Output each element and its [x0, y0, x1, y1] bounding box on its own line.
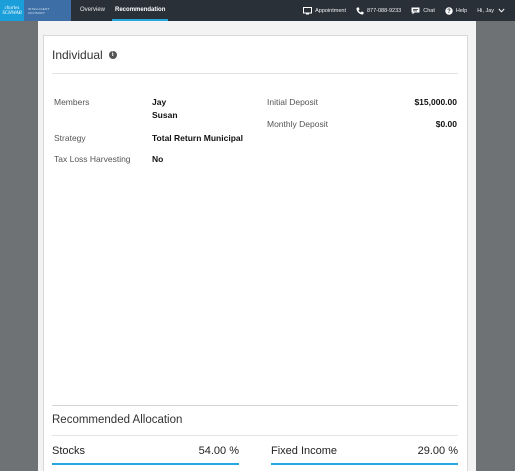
account-summary-card: Individual i Members Jay Susan Strategy … — [43, 35, 468, 471]
members-label: Members — [54, 97, 90, 107]
logo-line-2: SCHWAB — [2, 10, 22, 16]
help-link[interactable]: ? Help — [445, 6, 468, 15]
top-navigation-bar: charles SCHWAB INTELLIGENT ADVISORY Over… — [0, 0, 515, 21]
allocation-bar-fixed-income — [271, 463, 458, 465]
monitor-icon — [303, 6, 313, 14]
member-name: Susan — [152, 110, 178, 120]
chevron-down-icon — [498, 8, 505, 13]
chat-icon — [411, 7, 420, 14]
brand2-line-2: ADVISORY — [28, 10, 46, 15]
intelligent-advisory-logo[interactable]: INTELLIGENT ADVISORY — [24, 0, 71, 21]
strategy-value: Total Return Municipal — [152, 133, 243, 143]
appointment-label: Appointment — [315, 7, 346, 14]
utility-nav: Appointment 877-088-9233 Chat ? Help Hi, — [303, 0, 515, 21]
tax-loss-harvesting-label: Tax Loss Harvesting — [54, 154, 131, 164]
monthly-deposit-label: Monthly Deposit — [267, 119, 328, 129]
user-menu[interactable]: Hi, Jay — [477, 8, 505, 14]
divider — [52, 405, 458, 406]
member-name: Jay — [152, 97, 167, 107]
tax-loss-harvesting-value: No — [152, 154, 164, 164]
phone-number: 877-088-9233 — [366, 7, 402, 14]
allocation-label: Fixed Income — [271, 445, 338, 457]
svg-text:?: ? — [447, 9, 451, 15]
divider — [52, 73, 458, 74]
monthly-deposit-value: $0.00 — [435, 119, 457, 129]
tab-overview[interactable]: Overview — [75, 0, 110, 21]
card-header: Individual i — [52, 48, 117, 62]
allocation-value: 54.00 % — [198, 445, 239, 457]
chat-link[interactable]: Chat — [411, 7, 435, 15]
recommended-allocation-title: Recommended Allocation — [52, 414, 183, 426]
chat-label: Chat — [423, 7, 435, 14]
allocation-bar-stocks — [52, 463, 239, 465]
allocation-item-stocks: Stocks 54.00 % — [52, 445, 239, 457]
allocation-label: Stocks — [52, 445, 86, 457]
schwab-logo[interactable]: charles SCHWAB — [0, 0, 24, 21]
initial-deposit-value: $15,000.00 — [414, 97, 457, 107]
allocation-item-fixed-income: Fixed Income 29.00 % — [271, 445, 458, 457]
help-label: Help — [455, 7, 468, 14]
phone-icon — [356, 7, 364, 15]
initial-deposit-label: Initial Deposit — [267, 97, 319, 107]
phone-link[interactable]: 877-088-9233 — [356, 7, 401, 15]
tab-recommendation[interactable]: Recommendation — [110, 0, 170, 21]
user-greeting: Hi, Jay — [477, 7, 494, 14]
appointment-link[interactable]: Appointment — [303, 6, 346, 15]
allocation-value: 29.00 % — [417, 445, 458, 457]
info-icon[interactable]: i — [108, 51, 117, 59]
page-content: Individual i Members Jay Susan Strategy … — [38, 21, 476, 471]
main-tabs: Overview Recommendation — [75, 0, 170, 21]
strategy-label: Strategy — [54, 133, 86, 143]
account-type-title: Individual — [52, 48, 103, 62]
divider — [52, 435, 458, 436]
help-icon: ? — [445, 6, 453, 15]
